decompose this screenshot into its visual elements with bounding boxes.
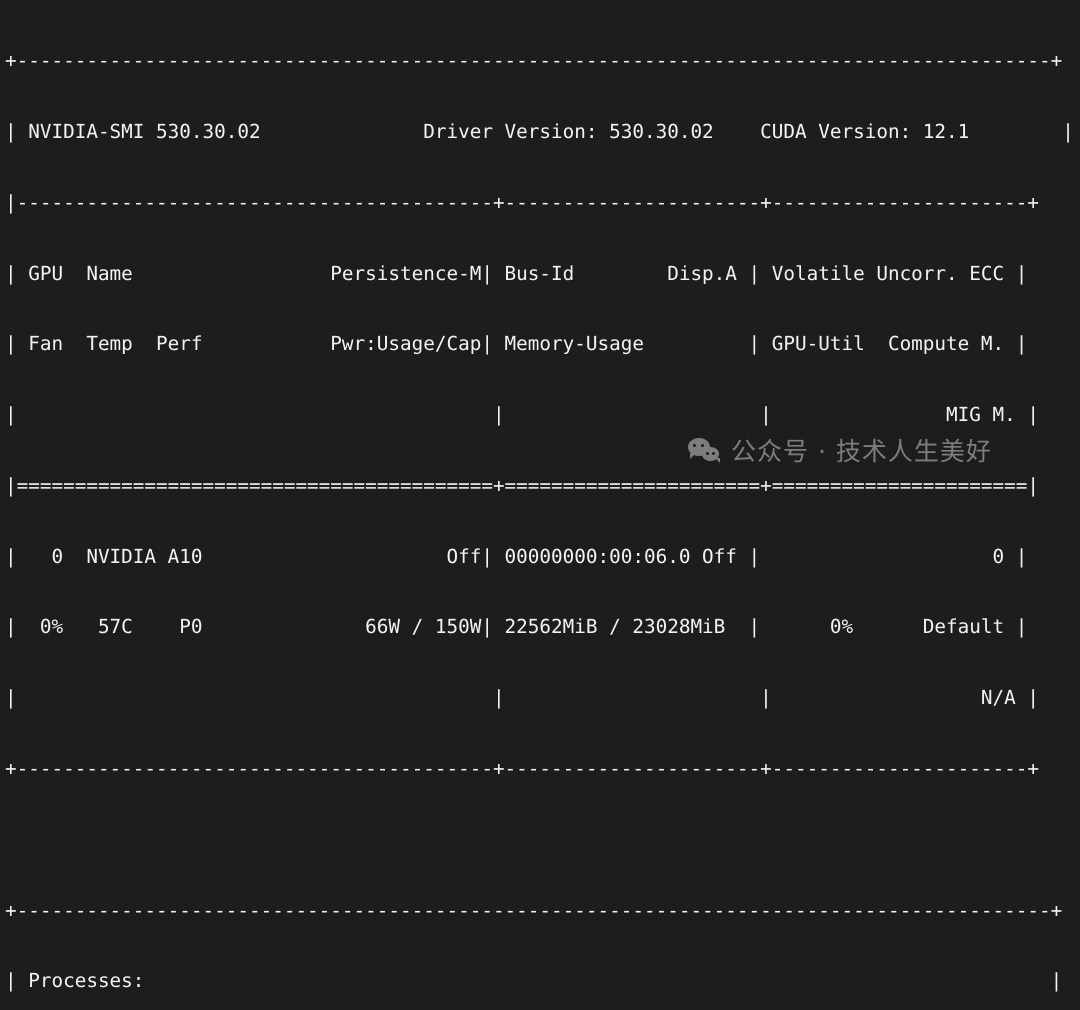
smi-line-gpu-row-1c: | | | N/A | — [5, 686, 1039, 710]
smi-line-gpu-row-1a: | 0 NVIDIA A10 Off| 00000000:00:06.0 Off… — [5, 544, 1028, 568]
smi-line-gpu-columns-rule: |=======================================… — [5, 473, 1039, 497]
terminal-output: +---------------------------------------… — [0, 0, 1080, 992]
smi-line-proc-top-border: +---------------------------------------… — [5, 898, 1063, 922]
smi-line-gpu-row-1b: | 0% 57C P0 66W / 150W| 22562MiB / 23028… — [5, 615, 1028, 639]
smi-line-gpu-columns-2: | Fan Temp Perf Pwr:Usage/Cap| Memory-Us… — [5, 332, 1028, 356]
smi-line-spacer — [5, 828, 1080, 852]
smi-line-version-header: | NVIDIA-SMI 530.30.02 Driver Version: 5… — [5, 119, 1074, 143]
smi-line-gpu-columns-1: | GPU Name Persistence-M| Bus-Id Disp.A … — [5, 261, 1028, 285]
smi-line-proc-title: | Processes: | — [5, 969, 1063, 993]
smi-line-gpu-columns-3: | | | MIG M. | — [5, 403, 1039, 427]
smi-line-gpu-bottom-border: +---------------------------------------… — [5, 757, 1039, 780]
smi-line-top-border: +---------------------------------------… — [5, 49, 1063, 73]
smi-line-header-divider: |---------------------------------------… — [5, 190, 1039, 214]
